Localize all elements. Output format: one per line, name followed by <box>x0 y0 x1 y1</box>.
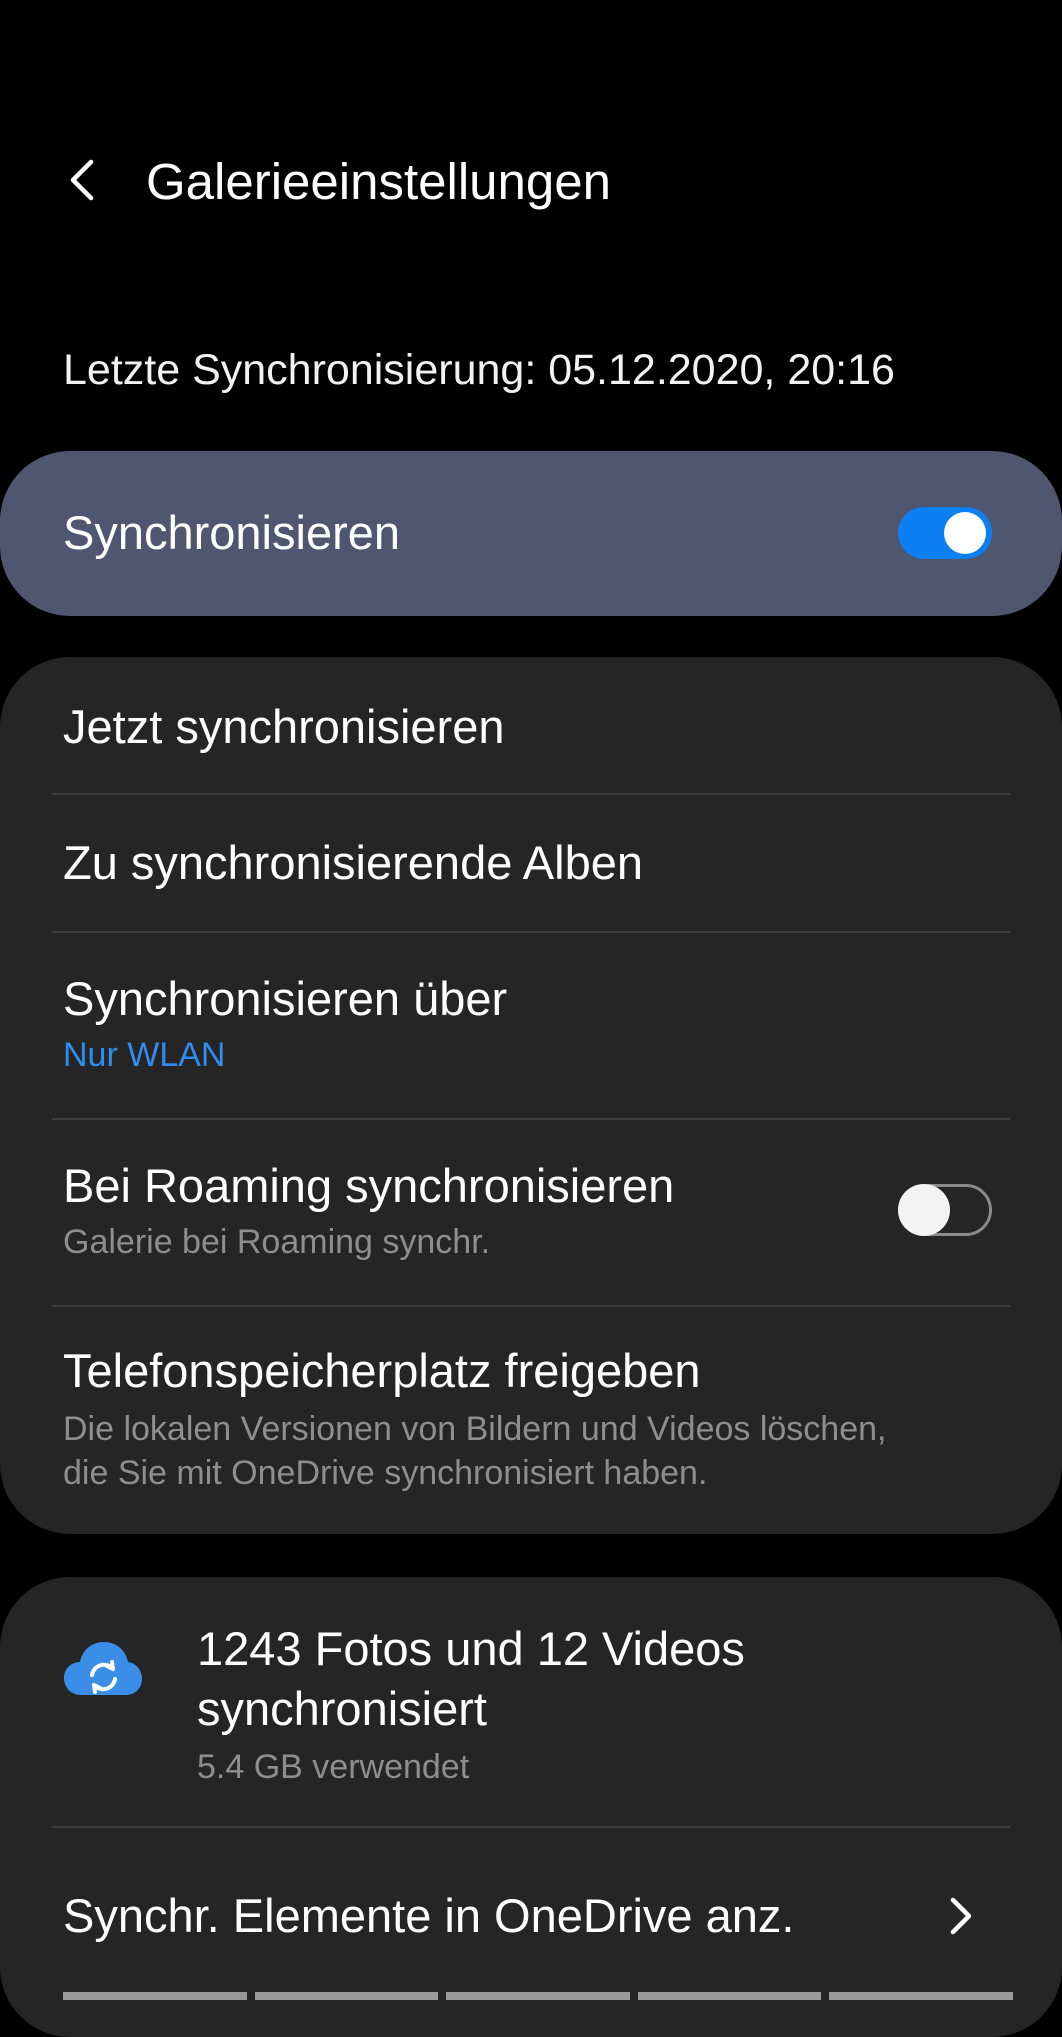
albums-row[interactable]: Zu synchronisierende Alben <box>0 795 1062 932</box>
master-sync-label: Synchronisieren <box>63 506 401 559</box>
master-sync-row[interactable]: Synchronisieren <box>0 451 1062 616</box>
thumbnail[interactable] <box>637 1992 822 2000</box>
chevron-right-icon <box>950 1897 972 1935</box>
roaming-label: Bei Roaming synchronisieren <box>63 1159 675 1212</box>
master-sync-toggle[interactable] <box>898 507 992 559</box>
thumbnail-strip <box>63 1992 1013 2000</box>
sync-via-label: Synchronisieren über <box>63 972 508 1025</box>
free-space-row[interactable]: Telefonspeicherplatz freigeben Die lokal… <box>0 1307 1062 1534</box>
onedrive-storage-card: 1243 Fotos und 12 Videos synchronisiert … <box>0 1577 1062 2037</box>
thumbnail[interactable] <box>829 1992 1013 2000</box>
view-onedrive-label: Synchr. Elemente in OneDrive anz. <box>63 1889 795 1942</box>
toggle-knob <box>944 512 986 554</box>
last-sync-text: Letzte Synchronisierung: 05.12.2020, 20:… <box>63 346 895 394</box>
free-space-subtitle-line1: Die lokalen Versionen von Bildern und Vi… <box>63 1410 887 1448</box>
thumbnail[interactable] <box>446 1992 630 2000</box>
roaming-toggle[interactable] <box>898 1184 992 1236</box>
toggle-knob <box>898 1184 950 1236</box>
storage-usage-text: 5.4 GB verwendet <box>197 1748 470 1786</box>
sync-via-row[interactable]: Synchronisieren über Nur WLAN <box>0 933 1062 1119</box>
albums-label: Zu synchronisierende Alben <box>63 836 644 889</box>
free-space-subtitle-line2: die Sie mit OneDrive synchronisiert habe… <box>63 1454 708 1492</box>
sync-via-value: Nur WLAN <box>63 1036 226 1074</box>
free-space-label: Telefonspeicherplatz freigeben <box>63 1344 701 1397</box>
view-onedrive-row[interactable]: Synchr. Elemente in OneDrive anz. <box>0 1828 1062 1998</box>
sync-settings-card: Jetzt synchronisieren Zu synchronisieren… <box>0 657 1062 1534</box>
app-header: Galerieeinstellungen <box>0 130 1062 235</box>
chevron-left-icon <box>70 159 94 201</box>
roaming-subtitle: Galerie bei Roaming synchr. <box>63 1223 491 1261</box>
thumbnail[interactable] <box>254 1992 439 2000</box>
roaming-row[interactable]: Bei Roaming synchronisieren Galerie bei … <box>0 1120 1062 1306</box>
sync-now-label: Jetzt synchronisieren <box>63 700 505 753</box>
back-button[interactable] <box>52 150 112 210</box>
cloud-sync-icon <box>64 1642 142 1695</box>
synced-count-text: 1243 Fotos und 12 Videos synchronisiert <box>197 1622 745 1735</box>
thumbnail[interactable] <box>63 1992 247 2000</box>
page-title: Galerieeinstellungen <box>146 153 611 210</box>
sync-now-row[interactable]: Jetzt synchronisieren <box>0 657 1062 794</box>
